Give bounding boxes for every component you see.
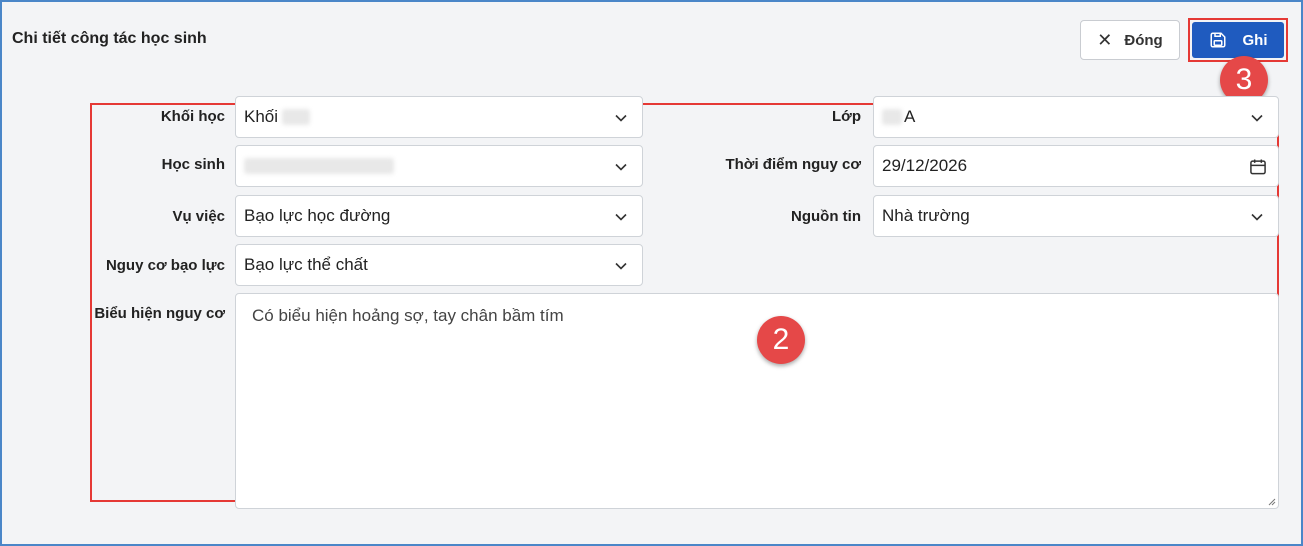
khoi-hoc-value: Khối [244, 107, 279, 126]
nguon-tin-select[interactable]: Nhà trường [873, 195, 1279, 237]
close-button-label: Đóng [1124, 31, 1163, 49]
chevron-down-icon [615, 114, 627, 122]
calendar-icon[interactable] [1248, 157, 1268, 177]
save-icon [1210, 32, 1225, 48]
bieu-hien-textarea[interactable]: Có biểu hiện hoảng sợ, tay chân bầm tím [235, 293, 1279, 509]
hoc-sinh-select[interactable] [235, 145, 643, 187]
lop-select[interactable]: A [873, 96, 1279, 138]
nguy-co-value: Bạo lực thể chất [244, 255, 368, 274]
vu-viec-select[interactable]: Bạo lực học đường [235, 195, 643, 237]
page-title: Chi tiết công tác học sinh [12, 30, 207, 47]
redacted-area [882, 109, 902, 125]
redacted-area [282, 109, 311, 125]
nguy-co-label: Nguy cơ bạo lực [105, 257, 225, 274]
chevron-down-icon [615, 262, 627, 270]
chevron-down-icon [615, 163, 627, 171]
lop-value: A [904, 107, 916, 126]
thoi-diem-label: Thời điểm nguy cơ [725, 156, 861, 173]
chevron-down-icon [615, 213, 627, 221]
chevron-down-icon [1251, 213, 1263, 221]
resize-handle-icon[interactable] [1268, 498, 1276, 506]
khoi-hoc-select[interactable]: Khối [235, 96, 643, 138]
bieu-hien-value: Có biểu hiện hoảng sợ, tay chân bầm tím [252, 306, 564, 325]
nguon-tin-label: Nguồn tin [791, 208, 861, 225]
nguy-co-select[interactable]: Bạo lực thể chất [235, 244, 643, 286]
khoi-hoc-label: Khối học [160, 108, 225, 125]
close-button[interactable]: ✕ Đóng [1080, 20, 1180, 60]
dialog-frame: Chi tiết công tác học sinh ✕ Đóng Ghi 3 … [0, 0, 1303, 546]
save-button[interactable]: Ghi [1192, 22, 1284, 58]
lop-label: Lớp [832, 108, 861, 125]
redacted-student-name [244, 158, 394, 174]
thoi-diem-value: 29/12/2026 [882, 156, 968, 175]
bieu-hien-label: Biểu hiện nguy cơ [94, 305, 225, 322]
thoi-diem-date-input[interactable]: 29/12/2026 [873, 145, 1279, 187]
close-icon: ✕ [1097, 29, 1113, 50]
save-button-label: Ghi [1242, 31, 1268, 49]
step-badge-2: 2 [757, 316, 805, 364]
vu-viec-value: Bạo lực học đường [244, 206, 391, 225]
chevron-down-icon [1251, 114, 1263, 122]
hoc-sinh-label: Học sinh [161, 156, 225, 173]
nguon-tin-value: Nhà trường [882, 206, 970, 225]
vu-viec-label: Vụ việc [172, 208, 225, 225]
